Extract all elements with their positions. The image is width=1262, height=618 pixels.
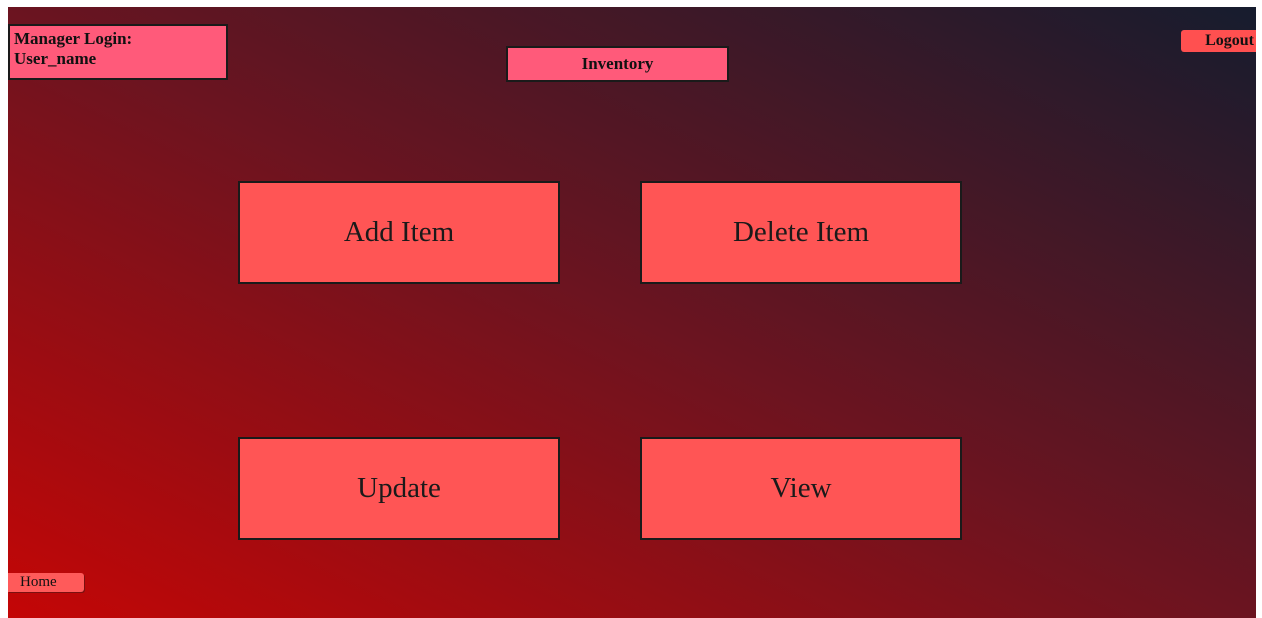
home-button[interactable]: Home [8,573,84,592]
manager-login-panel: Manager Login: User_name [8,24,228,80]
page-title: Inventory [506,46,729,82]
manager-login-label: Manager Login: [14,29,133,48]
app-background: Manager Login: User_name Inventory Logou… [8,7,1256,618]
user-name-label: User_name [14,49,97,68]
delete-item-button[interactable]: Delete Item [640,181,962,284]
logout-button[interactable]: Logout [1181,30,1256,52]
add-item-button[interactable]: Add Item [238,181,560,284]
update-button[interactable]: Update [238,437,560,540]
view-button[interactable]: View [640,437,962,540]
